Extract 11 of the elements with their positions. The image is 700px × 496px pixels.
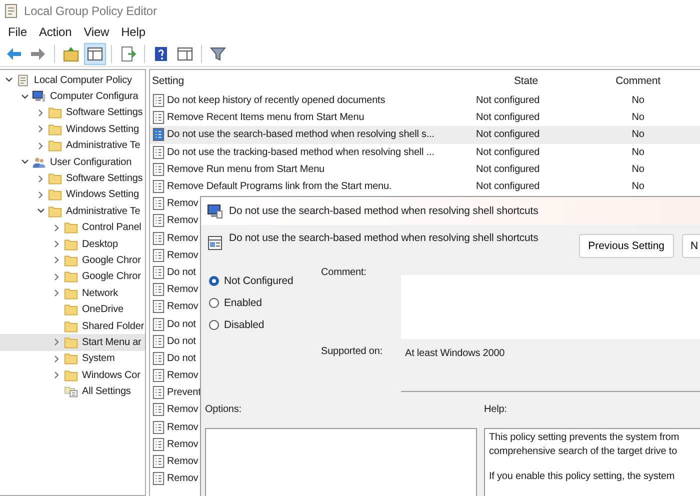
help-text-line: If you enable this policy setting, the system	[489, 470, 676, 484]
supported-value: At least Windows 2000	[405, 348, 505, 359]
policy-heading: Do not use the search-based method when resolving shell shortcuts	[229, 232, 540, 244]
help-text-line: comprehensive search of the target drive to	[489, 445, 678, 459]
comment-label: Comment:	[321, 266, 368, 280]
help-label: Help:	[484, 404, 508, 417]
dialog-title: Do not use the search-based method when resolving shell shortcuts	[229, 205, 538, 217]
help-text-line: This policy setting prevents the system from	[489, 431, 680, 445]
options-label: Options:	[205, 404, 242, 417]
window-title: Local Group Policy Editor	[24, 4, 157, 18]
supported-label: Supported on:	[321, 345, 384, 359]
